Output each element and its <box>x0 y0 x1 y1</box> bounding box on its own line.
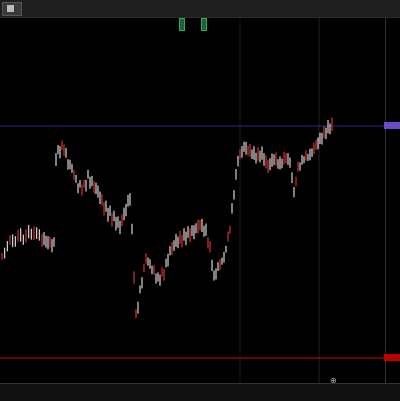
current-price-tag <box>384 122 400 129</box>
time-axis[interactable] <box>0 383 400 401</box>
chart-tab[interactable] <box>2 2 22 16</box>
price-chart[interactable] <box>0 17 385 383</box>
chart-window: ⊕ <box>0 0 400 401</box>
chart-toolbar <box>0 0 400 18</box>
window-icon <box>7 5 14 12</box>
chart-plot-area[interactable] <box>0 17 385 383</box>
red-level-tag <box>384 354 400 361</box>
price-axis[interactable] <box>385 17 400 383</box>
crosshair-icon: ⊕ <box>330 376 337 385</box>
